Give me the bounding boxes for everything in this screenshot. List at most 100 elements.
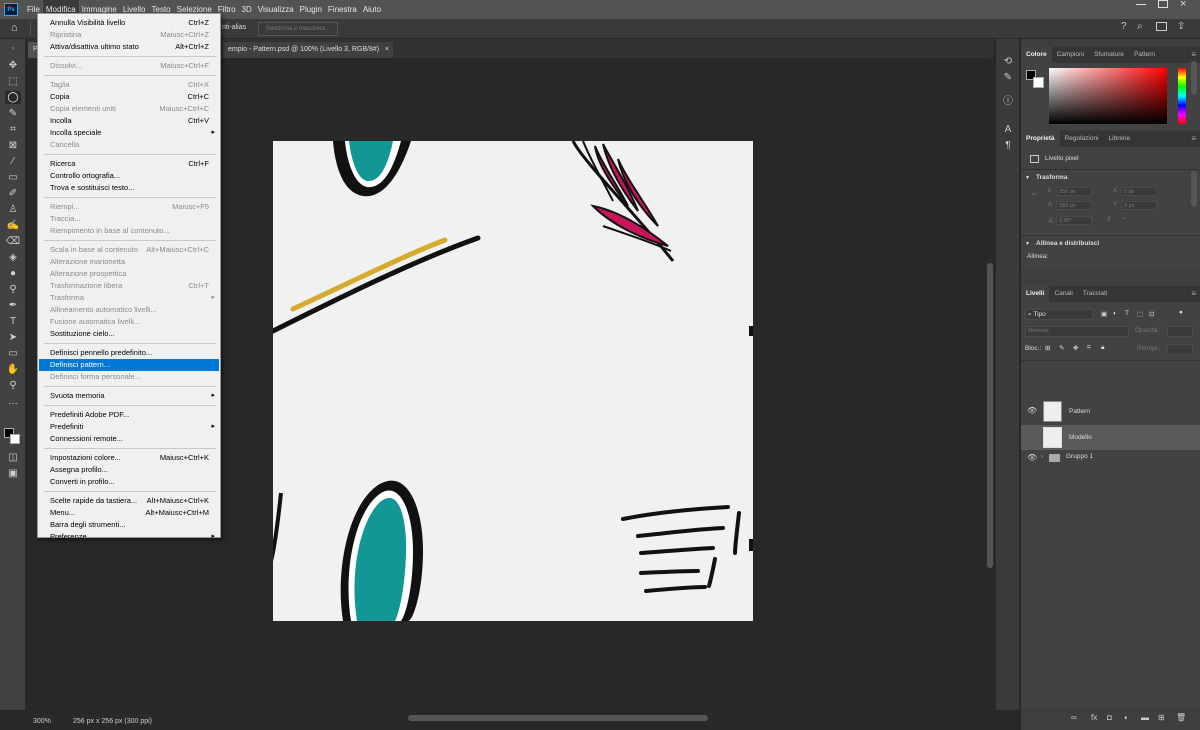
tab-livelli[interactable]: Livelli: [1021, 286, 1050, 302]
x-field[interactable]: 0 px: [1121, 187, 1157, 196]
brush-tool-icon[interactable]: ✐: [5, 187, 21, 200]
blur-tool-icon[interactable]: ●: [5, 267, 21, 280]
filter-pixel-icon[interactable]: ▣: [1101, 310, 1107, 318]
menu-item[interactable]: Definisci pattern...: [39, 359, 219, 371]
search-icon[interactable]: ⌕: [1137, 21, 1143, 32]
quick-selection-tool-icon[interactable]: ✎: [5, 107, 21, 120]
menu-item[interactable]: Trova e sostituisci testo...: [39, 182, 219, 194]
photoshop-logo[interactable]: Ps: [4, 3, 18, 16]
brush-settings-icon[interactable]: ✎: [1001, 72, 1015, 84]
color-picker-field[interactable]: [1049, 68, 1167, 124]
healing-brush-tool-icon[interactable]: ▭: [5, 171, 21, 184]
lasso-tool-icon[interactable]: ◯: [5, 91, 21, 104]
tab-librerie[interactable]: Librerie: [1104, 131, 1136, 147]
menu-item[interactable]: Menu... Alt+Maiusc+Ctrl+M: [39, 507, 219, 519]
document-canvas[interactable]: [273, 141, 753, 621]
eye-icon[interactable]: 👁︎: [1027, 453, 1037, 462]
lock-artboard-icon[interactable]: ⌗: [1087, 344, 1091, 352]
menu-item[interactable]: Ricerca Ctrl+F: [39, 158, 219, 170]
menu-aiuto[interactable]: Aiuto: [360, 0, 384, 19]
opacity-field[interactable]: [1167, 326, 1193, 337]
fill-field[interactable]: [1167, 344, 1193, 355]
pen-tool-icon[interactable]: ✒: [5, 299, 21, 312]
layer-name[interactable]: Pattern: [1069, 408, 1090, 415]
crop-tool-icon[interactable]: ⌗: [5, 123, 21, 136]
frame-tool-icon[interactable]: ⊠: [5, 139, 21, 152]
marquee-tool-icon[interactable]: ⬚: [5, 75, 21, 88]
menu-item[interactable]: Assegna profilo...: [39, 464, 219, 476]
toolbar-collapse-icon[interactable]: »: [5, 43, 21, 56]
menu-item[interactable]: Predefiniti ▸: [39, 421, 219, 433]
select-and-mask-button[interactable]: Seleziona e maschera...: [258, 22, 338, 36]
blend-mode-select[interactable]: Normale: [1025, 326, 1129, 337]
menu-item[interactable]: Controllo ortografia...: [39, 170, 219, 182]
chevron-right-icon[interactable]: ›: [1041, 453, 1043, 460]
zoom-tool-icon[interactable]: ⚲: [5, 379, 21, 392]
menu-item[interactable]: Svuota memoria ▸: [39, 390, 219, 402]
menu-3d[interactable]: 3D: [239, 0, 255, 19]
flip-horizontal-icon[interactable]: ⇔: [1121, 215, 1128, 222]
menu-visualizza[interactable]: Visualizza: [255, 0, 297, 19]
share-icon[interactable]: ⇪: [1177, 21, 1185, 32]
eye-icon[interactable]: 👁︎: [1027, 406, 1037, 415]
panel-menu-icon[interactable]: ≡: [1191, 134, 1196, 143]
width-field[interactable]: 256 px: [1056, 187, 1092, 196]
close-tab-icon[interactable]: ×: [385, 42, 389, 58]
vertical-scroll-thumb[interactable]: [987, 263, 993, 568]
filter-toggle-icon[interactable]: ●: [1179, 309, 1183, 316]
menu-item[interactable]: Scelte rapide da tastiera... Alt+Maiusc+C…: [39, 495, 219, 507]
minimize-icon[interactable]: [1136, 4, 1146, 5]
tab-sfumature[interactable]: Sfumature: [1089, 47, 1129, 63]
home-icon[interactable]: ⌂: [11, 22, 18, 34]
flip-vertical-icon[interactable]: ⇕: [1106, 215, 1111, 223]
menu-finestra[interactable]: Finestra: [325, 0, 360, 19]
link-icon[interactable]: ∞: [1032, 191, 1037, 198]
character-icon[interactable]: A: [1001, 124, 1015, 136]
tab-tracciati[interactable]: Tracciati: [1078, 286, 1112, 302]
dodge-tool-icon[interactable]: ⚲: [5, 283, 21, 296]
tab-campioni[interactable]: Campioni: [1052, 47, 1089, 63]
layer-filter-select[interactable]: ⌕ Tipo: [1025, 309, 1093, 320]
antialias-label[interactable]: nti-alias: [222, 24, 246, 31]
menu-item[interactable]: Predefiniti Adobe PDF...: [39, 409, 219, 421]
history-icon[interactable]: ⟲: [1001, 56, 1015, 68]
tab-regolazioni[interactable]: Regolazioni: [1060, 131, 1104, 147]
quick-mask-icon[interactable]: ◫: [5, 451, 21, 464]
background-color-swatch[interactable]: [10, 434, 20, 444]
filter-shape-icon[interactable]: ⬚: [1137, 310, 1143, 318]
info-icon[interactable]: ⓘ: [1001, 96, 1015, 108]
tab-proprieta[interactable]: Proprietà: [1021, 131, 1060, 147]
menu-item[interactable]: Barra degli strumenti...: [39, 519, 219, 531]
panel-menu-icon[interactable]: ≡: [1191, 50, 1196, 59]
paragraph-icon[interactable]: ¶: [1001, 140, 1015, 152]
menu-plugin[interactable]: Plugin: [297, 0, 325, 19]
tab-canali[interactable]: Canali: [1049, 286, 1077, 302]
layer-row-pattern[interactable]: 👁︎ Pattern: [1021, 399, 1200, 424]
lock-transparent-icon[interactable]: ⊞: [1045, 344, 1050, 352]
menu-item[interactable]: Incolla speciale ▸: [39, 127, 219, 139]
lock-all-icon[interactable]: 🔒︎: [1101, 344, 1104, 352]
properties-scroll-thumb[interactable]: [1191, 171, 1197, 207]
hue-slider[interactable]: [1178, 68, 1186, 124]
history-brush-tool-icon[interactable]: ✍: [5, 219, 21, 232]
chevron-down-icon[interactable]: ▾: [1026, 240, 1029, 247]
transform-section-title[interactable]: Trasforma: [1036, 174, 1067, 181]
menu-item[interactable]: Annulla Visibilità livello Ctrl+Z: [39, 17, 219, 29]
layer-name[interactable]: Gruppo 1: [1066, 453, 1093, 460]
layer-name[interactable]: Modello: [1069, 434, 1092, 441]
type-tool-icon[interactable]: T: [5, 315, 21, 328]
menu-item[interactable]: Attiva/disattiva ultimo stato Alt+Ctrl+Z: [39, 41, 219, 53]
filter-type-icon[interactable]: T: [1125, 310, 1129, 317]
y-field[interactable]: 0 px: [1121, 201, 1157, 210]
path-selection-tool-icon[interactable]: ➤: [5, 331, 21, 344]
workspace-icon[interactable]: [1156, 22, 1167, 31]
menu-item[interactable]: Impostazioni colore... Maiusc+Ctrl+K: [39, 452, 219, 464]
more-tools-icon[interactable]: …: [5, 395, 21, 408]
menu-item[interactable]: Sostituzione cielo...: [39, 328, 219, 340]
menu-item[interactable]: Connessioni remote...: [39, 433, 219, 445]
vertical-scrollbar[interactable]: [986, 58, 994, 712]
layer-row-gruppo-1[interactable]: 👁︎ › Gruppo 1: [1021, 451, 1200, 465]
angle-field[interactable]: 0,00°: [1056, 216, 1092, 225]
help-icon[interactable]: ?: [1121, 21, 1127, 32]
delete-layer-icon[interactable]: 🗑︎: [1176, 713, 1186, 722]
